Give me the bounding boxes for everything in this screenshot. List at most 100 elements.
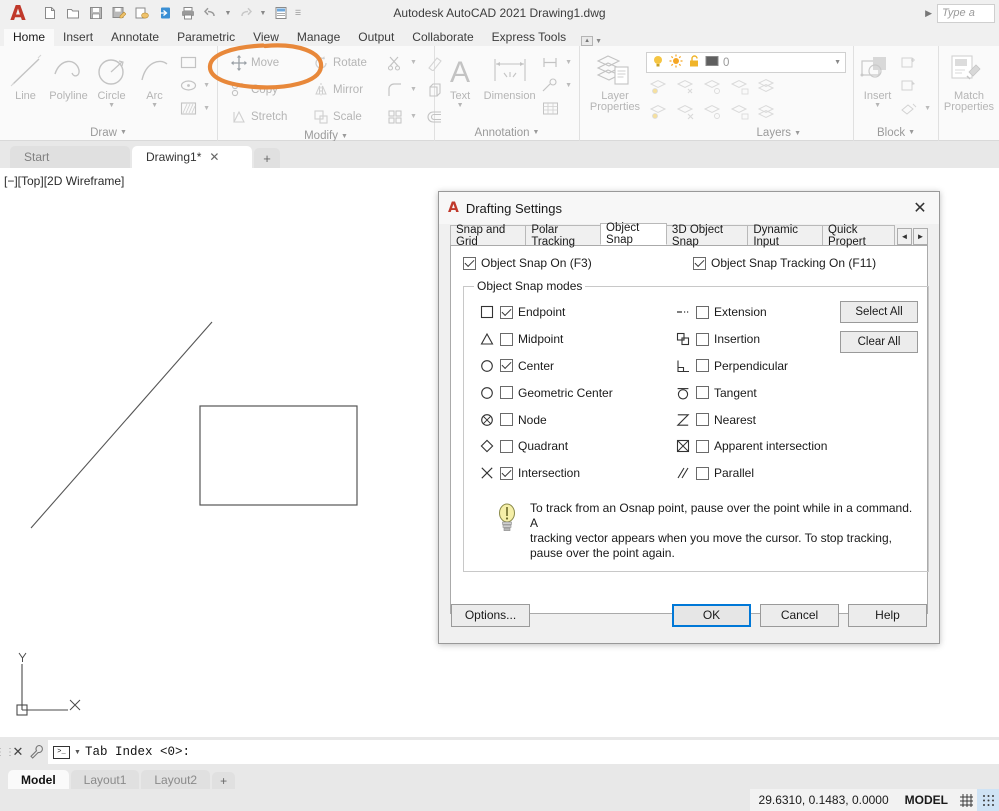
search-input[interactable]: Type a [937,3,995,23]
panel-title-draw[interactable]: Draw ▼ [0,124,217,141]
snap-mode-node[interactable]: Node [474,406,670,433]
checkbox-icon[interactable] [693,256,706,270]
checkbox-icon[interactable] [696,386,709,400]
lightbulb-on-icon[interactable] [651,54,665,71]
ribbon-minimize-control[interactable]: ▲ ▼ [581,36,602,46]
panel-annotation-expand-icon[interactable]: ▼ [533,129,540,136]
checkbox-icon[interactable] [500,386,513,400]
ribbon-tab-insert[interactable]: Insert [54,29,102,46]
ellipse-icon[interactable] [176,74,200,96]
panel-modify-expand-icon[interactable]: ▼ [341,133,348,140]
panel-title-block[interactable]: Block ▼ [854,124,938,141]
table-icon[interactable] [538,97,562,119]
annotation-text-button[interactable]: A Text ▼ [439,49,481,110]
open-from-web-icon[interactable] [154,3,175,23]
plot-icon[interactable] [177,3,198,23]
create-block-icon[interactable] [897,51,921,73]
layout-tab-model[interactable]: Model [8,770,69,789]
snap-mode-quadrant[interactable]: Quadrant [474,433,670,460]
ribbon-tab-output[interactable]: Output [349,29,403,46]
panel-title-annotation[interactable]: Annotation ▼ [435,124,579,141]
drawing-line[interactable] [30,321,213,529]
close-icon[interactable]: ✕ [907,195,933,221]
snap-mode-intersection[interactable]: Intersection [474,460,670,487]
close-icon[interactable]: ✕ [209,150,219,164]
dimension-style-dropdown-icon[interactable]: ▼ [562,59,575,66]
snap-mode-geometric-center[interactable]: Geometric Center [474,379,670,406]
drawing-rectangle[interactable] [199,405,358,506]
ribbon-tab-home[interactable]: Home [4,29,55,46]
ribbon-tab-view[interactable]: View [244,29,288,46]
select-all-button[interactable]: Select All [840,301,918,323]
tab-scroll-right-icon[interactable]: ► [913,228,928,245]
checkbox-icon[interactable] [500,466,513,480]
modify-array-button[interactable]: ▼ [384,104,422,130]
ribbon-tab-collaborate[interactable]: Collaborate [403,29,482,46]
save-to-web-icon[interactable] [131,3,152,23]
checkbox-icon[interactable] [696,466,709,480]
draw-arc-dropdown-icon[interactable]: ▼ [151,102,158,110]
options-button[interactable]: Options... [451,603,530,627]
ribbon-tab-express-tools[interactable]: Express Tools [483,29,575,46]
snap-mode-extension[interactable]: Extension [670,299,830,326]
close-icon[interactable]: ✕ [10,744,26,760]
unlock-icon[interactable] [687,54,701,71]
layer-combo-box[interactable]: 0 ▼ [646,52,846,73]
sun-freeze-icon[interactable] [669,54,683,71]
annotation-text-dropdown-icon[interactable]: ▼ [457,102,464,110]
snap-mode-midpoint[interactable]: Midpoint [474,326,670,353]
save-as-icon[interactable] [108,3,129,23]
layer-merge-icon[interactable] [754,75,779,99]
dialog-tab-dynamic-input[interactable]: Dynamic Input [747,224,824,248]
save-icon[interactable] [85,3,106,23]
undo-dropdown-icon[interactable]: ▼ [223,3,233,23]
checkbox-icon[interactable] [500,413,513,427]
layer-lock-icon[interactable] [727,75,752,99]
modify-trim-dropdown-icon[interactable]: ▼ [407,59,420,66]
panel-block-expand-icon[interactable]: ▼ [908,129,915,136]
undo-icon[interactable] [200,3,221,23]
layer-properties-button[interactable]: Layer Properties [584,49,646,113]
layer-on-icon[interactable] [646,101,671,125]
edit-attribute-icon[interactable] [897,97,921,119]
wrench-icon[interactable] [26,744,48,760]
checkbox-icon[interactable] [500,439,513,453]
snap-mode-endpoint[interactable]: Endpoint [474,299,670,326]
modify-trim-button[interactable]: ▼ [384,50,422,76]
autocad-logo[interactable]: A [0,0,36,26]
dimension-style-icon[interactable] [538,51,562,73]
hatch-icon[interactable] [176,97,200,119]
layer-freeze-icon[interactable] [673,75,698,99]
block-insert-button[interactable]: Insert ▼ [858,49,897,110]
redo-icon[interactable] [235,3,256,23]
object-snap-on-checkbox[interactable]: Object Snap On (F3) [463,256,693,270]
checkbox-icon[interactable] [696,413,709,427]
ribbon-tab-manage[interactable]: Manage [288,29,349,46]
help-button[interactable]: Help [848,603,927,627]
panel-draw-expand-icon[interactable]: ▼ [120,129,127,136]
modify-fillet-button[interactable]: ▼ [384,77,422,103]
layer-unlock-icon[interactable] [727,101,752,125]
tab-scroll-left-icon[interactable]: ◄ [897,228,912,245]
ribbon-minimize-icon[interactable]: ▲ [581,36,594,46]
checkbox-icon[interactable] [500,332,513,346]
layer-off-icon[interactable] [700,75,725,99]
status-coordinates[interactable]: 29.6310, 0.1483, 0.0000 [749,789,898,811]
modify-scale-button[interactable]: Scale [310,104,382,130]
checkbox-icon[interactable] [463,256,476,270]
panel-title-layers[interactable]: Layers ▼ [580,125,853,141]
dialog-tab-object-snap[interactable]: Object Snap [600,222,667,246]
snap-mode-center[interactable]: Center [474,353,670,380]
ribbon-tab-annotate[interactable]: Annotate [102,29,168,46]
ellipse-dropdown-icon[interactable]: ▼ [200,82,213,89]
workspace-icon[interactable] [270,3,291,23]
command-line-grip[interactable]: ⋮⋮ [0,740,15,764]
drawing-tab-start[interactable]: Start [10,146,130,168]
checkbox-icon[interactable] [500,305,513,319]
draw-polyline-button[interactable]: Polyline [47,49,90,102]
new-layout-button[interactable]: + [212,772,236,789]
leader-icon[interactable] [538,74,562,96]
dialog-tab-3d-object-snap[interactable]: 3D Object Snap [665,224,749,248]
snap-mode-nearest[interactable]: Nearest [670,406,830,433]
command-history-chevron-down-icon[interactable]: ▼ [74,749,81,756]
